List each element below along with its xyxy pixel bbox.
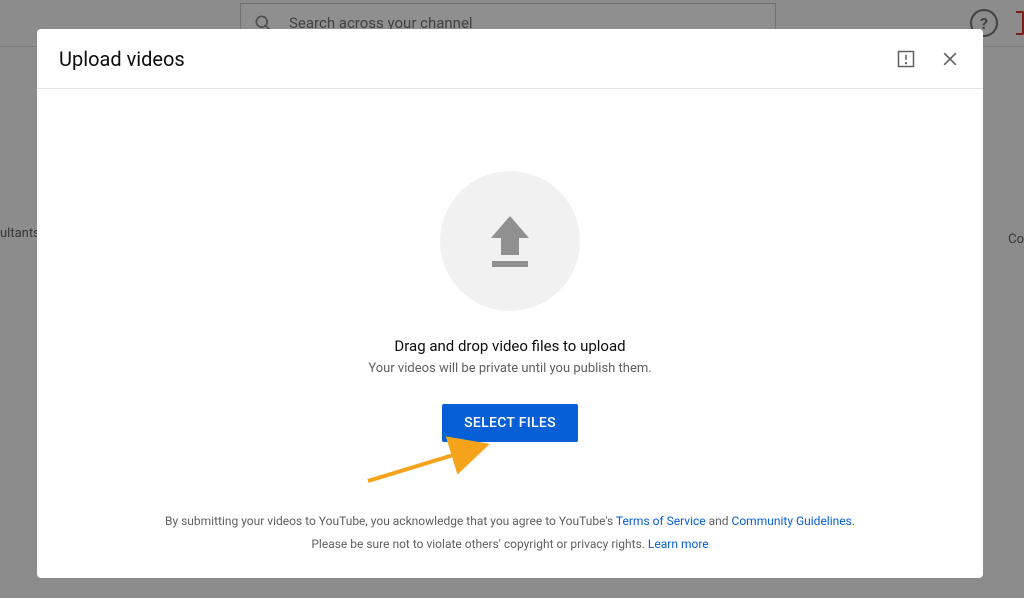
close-icon[interactable]	[939, 48, 961, 70]
modal-title: Upload videos	[59, 47, 185, 71]
learn-more-link[interactable]: Learn more	[648, 537, 709, 551]
privacy-note: Your videos will be private until you pu…	[368, 361, 651, 376]
upload-modal: Upload videos Drag and drop video files …	[37, 29, 983, 578]
upload-arrow-icon	[491, 216, 529, 267]
modal-footer: By submitting your videos to YouTube, yo…	[37, 510, 983, 556]
guidelines-link[interactable]: Community Guidelines	[732, 514, 852, 528]
drag-instruction: Drag and drop video files to upload	[394, 337, 625, 355]
footer-period: .	[852, 514, 855, 528]
select-files-button[interactable]: SELECT FILES	[442, 404, 578, 442]
footer-and: and	[706, 514, 732, 528]
footer-line2: Please be sure not to violate others' co…	[311, 537, 648, 551]
modal-header: Upload videos	[37, 29, 983, 89]
upload-dropzone[interactable]	[440, 171, 580, 311]
tos-link[interactable]: Terms of Service	[616, 514, 706, 528]
footer-text: By submitting your videos to YouTube, yo…	[165, 514, 616, 528]
feedback-icon[interactable]	[895, 48, 917, 70]
